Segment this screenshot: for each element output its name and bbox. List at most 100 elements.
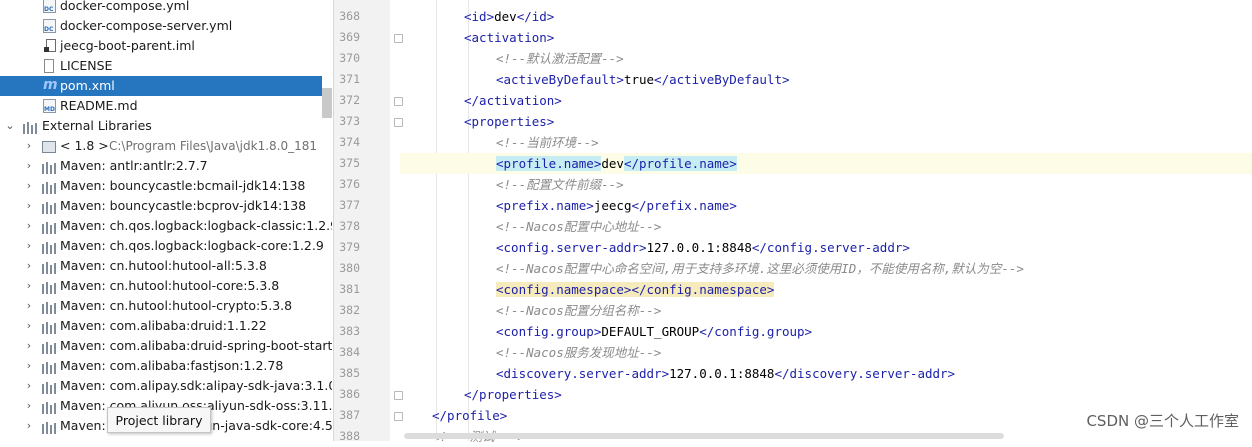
tree-item[interactable]: › Maven: cn.hutool:hutool-crypto:5.3.8: [0, 296, 332, 316]
tree-item[interactable]: › Maven: bouncycastle:bcmail-jdk14:138: [0, 176, 332, 196]
library-icon: [42, 420, 56, 434]
line-number: 388: [339, 429, 360, 443]
xml-tag: </profile.name>: [623, 156, 737, 171]
library-icon: [42, 180, 56, 194]
line-number: 368: [339, 9, 360, 23]
code-line[interactable]: <properties>: [400, 111, 1252, 132]
expand-arrow-right-icon[interactable]: ›: [24, 316, 34, 336]
code-line[interactable]: </properties>: [400, 384, 1252, 405]
tree-item-label: Maven: com.alibaba:druid:1.1.22: [60, 318, 267, 333]
xml-value: jeecg: [593, 198, 632, 213]
code-line[interactable]: <config.group>DEFAULT_GROUP</config.grou…: [400, 321, 1252, 342]
tree-item[interactable]: LICENSE: [0, 56, 332, 76]
line-number: 378: [339, 219, 360, 233]
code-line[interactable]: <discovery.server-addr>127.0.0.1:8848</d…: [400, 363, 1252, 384]
tree-item[interactable]: › Maven: com.alipay.sdk:alipay-sdk-java:3…: [0, 376, 332, 396]
code-line[interactable]: <config.server-addr>127.0.0.1:8848</conf…: [400, 237, 1252, 258]
library-icon: [42, 400, 56, 414]
tree-item[interactable]: jeecg-boot-parent.iml: [0, 36, 332, 56]
code-line[interactable]: <id>dev</id>: [400, 6, 1252, 27]
code-editor[interactable]: 368 369 370 371 372 373 374 375 376 377 378 379 380 3…: [333, 0, 1252, 444]
tree-item-label: README.md: [60, 98, 138, 113]
code-line[interactable]: <!--配置文件前缀-->: [400, 174, 1252, 195]
tree-item[interactable]: › < 1.8 > C:\Program Files\Java\jdk1.8.0_1…: [0, 136, 332, 156]
tooltip: Project library: [107, 407, 211, 433]
expand-arrow-right-icon[interactable]: ›: [24, 176, 34, 196]
tree-item[interactable]: › Maven: cn.hutool:hutool-all:5.3.8: [0, 256, 332, 276]
tree-item-label: Maven: cn.hutool:hutool-core:5.3.8: [60, 278, 280, 293]
expand-arrow-right-icon[interactable]: ›: [24, 356, 34, 376]
line-number-gutter: 368 369 370 371 372 373 374 375 376 377 378 379 380 3…: [334, 0, 403, 443]
watermark: CSDN @三个人工作室: [1086, 412, 1239, 430]
xml-tag: <id>: [464, 9, 495, 24]
tree-item[interactable]: DC docker-compose.yml: [0, 0, 332, 16]
code-line[interactable]: <activeByDefault>true</activeByDefault>: [400, 69, 1252, 90]
xml-value: dev: [494, 9, 517, 24]
code-line[interactable]: <config.namespace></config.namespace>: [400, 279, 1252, 300]
expand-arrow-right-icon[interactable]: ›: [24, 276, 34, 296]
maven-file-icon: m: [43, 77, 58, 93]
xml-tag: </config.server-addr>: [751, 240, 910, 255]
code-line[interactable]: <activation>: [400, 27, 1252, 48]
library-icon: [42, 360, 56, 374]
code-line[interactable]: <!--当前环境-->: [400, 132, 1252, 153]
expand-arrow-right-icon[interactable]: ›: [24, 336, 34, 356]
line-number: 385: [339, 366, 360, 380]
expand-arrow-right-icon[interactable]: ›: [24, 416, 34, 436]
code-line[interactable]: <!--Nacos配置中心地址-->: [400, 216, 1252, 237]
code-line[interactable]: <prefix.name>jeecg</prefix.name>: [400, 195, 1252, 216]
tree-item[interactable]: › Maven: cn.hutool:hutool-core:5.3.8: [0, 276, 332, 296]
xml-tag: <config.namespace>: [496, 282, 632, 297]
iml-file-icon: [44, 39, 56, 52]
tree-item[interactable]: › Maven: com.alibaba:druid:1.1.22: [0, 316, 332, 336]
tree-item[interactable]: › Maven: com.alibaba:fastjson:1.2.78: [0, 356, 332, 376]
xml-comment: <!--当前环境-->: [496, 135, 599, 150]
code-line[interactable]: <!--Nacos配置分组名称-->: [400, 300, 1252, 321]
line-number: 379: [339, 240, 360, 254]
expand-arrow-down-icon[interactable]: ⌄: [5, 116, 15, 136]
tree-item[interactable]: ⌄ External Libraries: [0, 116, 332, 136]
expand-arrow-right-icon[interactable]: ›: [24, 216, 34, 236]
tree-item[interactable]: › Maven: antlr:antlr:2.7.7: [0, 156, 332, 176]
tree-scrollbar[interactable]: [322, 88, 332, 118]
xml-tag: </config.namespace>: [631, 282, 775, 297]
xml-tag: <activation>: [464, 30, 555, 45]
expand-arrow-right-icon[interactable]: ›: [24, 396, 34, 416]
horizontal-scrollbar[interactable]: [404, 433, 1004, 439]
line-number: 372: [339, 93, 360, 107]
expand-arrow-right-icon[interactable]: ›: [24, 156, 34, 176]
tree-item[interactable]: › Maven: bouncycastle:bcprov-jdk14:138: [0, 196, 332, 216]
xml-comment: <!--Nacos配置分组名称-->: [496, 303, 662, 318]
project-tree-panel[interactable]: DC docker-compose.yml DC docker-compose-ser…: [0, 0, 332, 441]
xml-comment: <!--配置文件前缀-->: [496, 177, 624, 192]
code-line[interactable]: <!--Nacos配置中心命名空间,用于支持多环境.这里必须使用ID，不能使用名…: [400, 258, 1252, 279]
library-icon: [42, 240, 56, 254]
xml-tag: </activeByDefault>: [654, 72, 790, 87]
line-number: 384: [339, 345, 360, 359]
tree-item[interactable]: › Maven: com.alibaba:druid-spring-boot-st…: [0, 336, 332, 356]
library-icon: [42, 200, 56, 214]
tree-item[interactable]: m pom.xml: [0, 76, 322, 96]
expand-arrow-right-icon[interactable]: ›: [24, 136, 34, 156]
xml-tag: </profile>: [432, 408, 508, 423]
code-line[interactable]: <!--Nacos服务发现地址-->: [400, 342, 1252, 363]
expand-arrow-right-icon[interactable]: ›: [24, 236, 34, 256]
code-line[interactable]: <profile.name>dev</profile.name>: [400, 153, 1252, 174]
expand-arrow-right-icon[interactable]: ›: [24, 376, 34, 396]
expand-arrow-right-icon[interactable]: ›: [24, 296, 34, 316]
expand-arrow-right-icon[interactable]: ›: [24, 196, 34, 216]
code-line[interactable]: </activation>: [400, 90, 1252, 111]
tree-item[interactable]: DC docker-compose-server.yml: [0, 16, 332, 36]
code-area[interactable]: <id>dev</id> <activation> <!--默认激活配置--> <ac…: [400, 0, 1252, 444]
tree-item[interactable]: MD README.md: [0, 96, 332, 116]
tree-item[interactable]: › Maven: ch.qos.logback:logback-classic:1…: [0, 216, 332, 236]
line-number: 386: [339, 387, 360, 401]
tree-item-label: Maven: bouncycastle:bcprov-jdk14:138: [60, 198, 307, 213]
tree-item[interactable]: › Maven: ch.qos.logback:logback-core:1.2.…: [0, 236, 332, 256]
line-number: 370: [339, 51, 360, 65]
code-line[interactable]: <!--默认激活配置-->: [400, 48, 1252, 69]
tree-item-label: Maven: ch.qos.logback:logback-classic:1.…: [60, 218, 332, 233]
line-number: 387: [339, 408, 360, 422]
expand-arrow-right-icon[interactable]: ›: [24, 256, 34, 276]
line-number: 381: [339, 282, 360, 296]
